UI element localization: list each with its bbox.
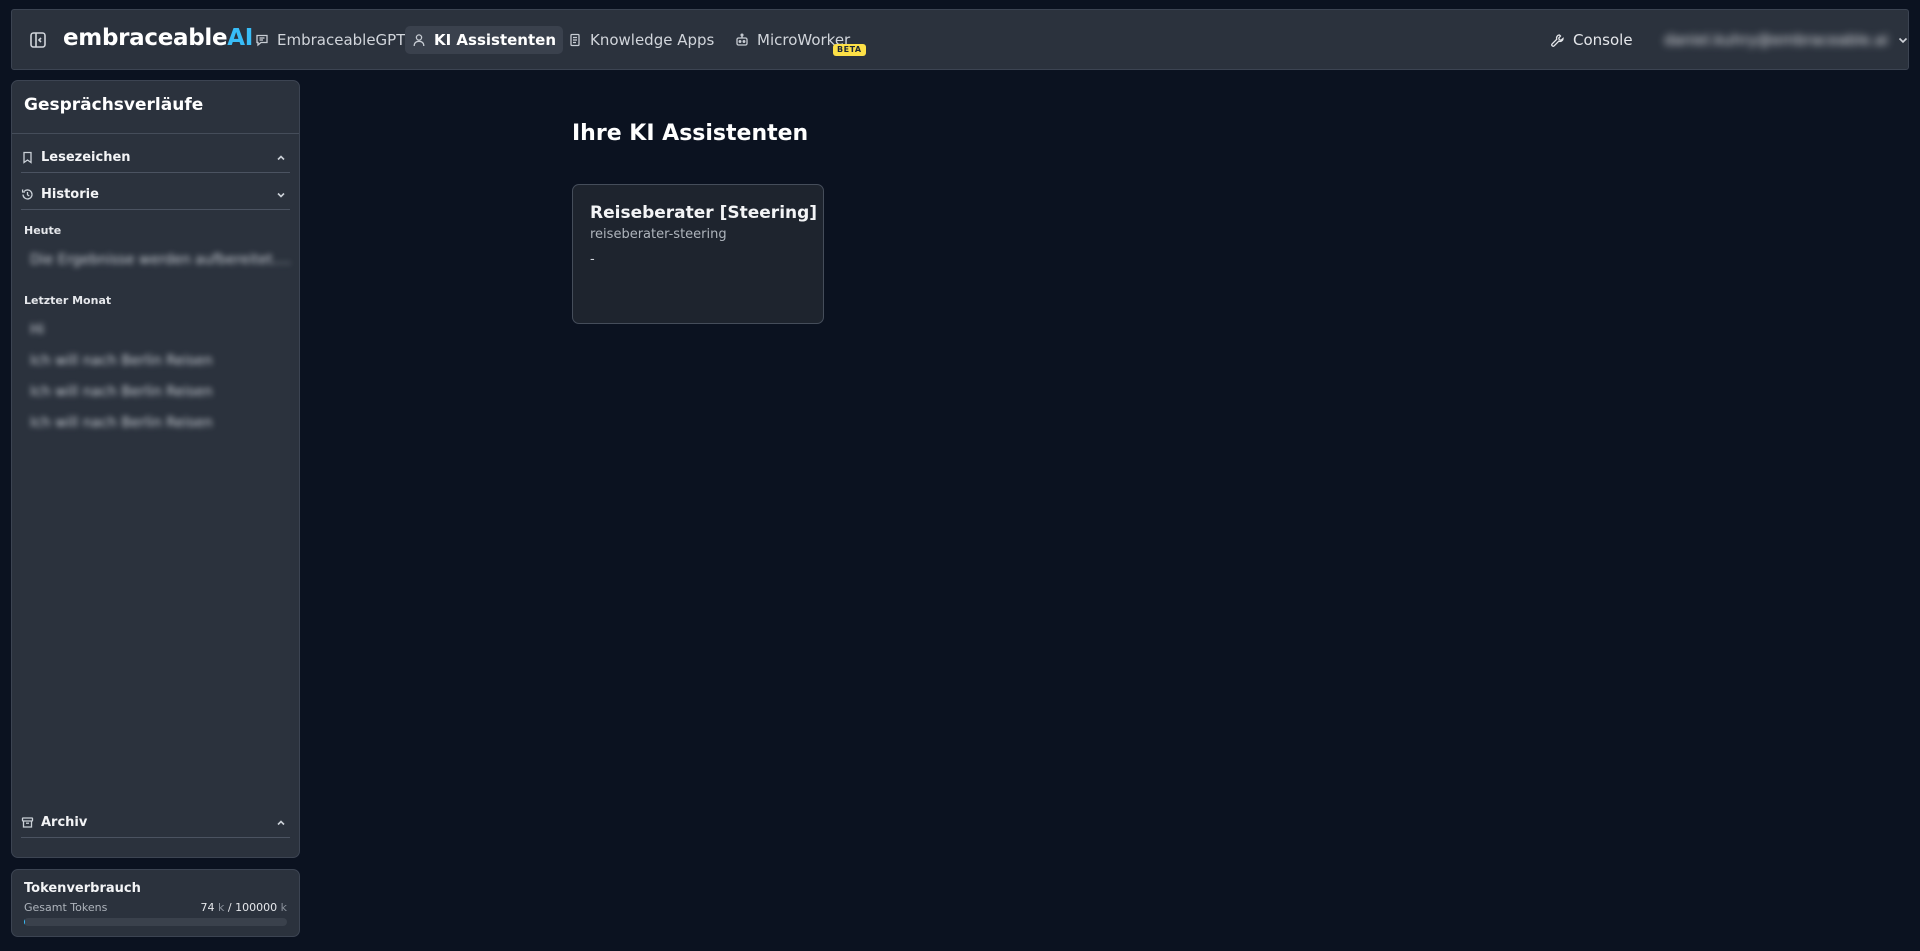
- user-icon: [412, 33, 426, 47]
- chevron-down-icon: [275, 189, 287, 201]
- history-icon: [21, 188, 34, 201]
- token-total-label: Gesamt Tokens: [24, 901, 108, 914]
- chevron-up-icon: [275, 817, 287, 829]
- user-email: daniel.kuhry@embraceable.ai: [1664, 31, 1889, 49]
- token-unit: k: [280, 901, 287, 914]
- history-item[interactable]: Ich will nach Berlin Reisen: [30, 379, 292, 405]
- nav-label: EmbraceableGPT: [277, 31, 406, 49]
- nav-ki-assistenten[interactable]: KI Assistenten: [405, 26, 564, 54]
- token-used: 74: [200, 901, 215, 914]
- console-link[interactable]: Console: [1550, 27, 1633, 53]
- token-usage-panel: Tokenverbrauch Gesamt Tokens 74 k / 1000…: [11, 869, 300, 937]
- history-item[interactable]: Die Ergebnisse werden aufbereitet. Bi...: [30, 247, 292, 273]
- assistant-card[interactable]: Reiseberater [Steering] reiseberater-ste…: [572, 184, 824, 324]
- assistant-card-description: -: [590, 252, 595, 267]
- token-limit: 100000: [235, 901, 278, 914]
- section-label: Archiv: [41, 815, 88, 830]
- sidebar-divider: [12, 133, 299, 134]
- section-history[interactable]: Historie: [21, 180, 290, 210]
- section-label: Historie: [41, 187, 99, 202]
- page-title: Ihre KI Assistenten: [572, 121, 809, 146]
- token-unit: k: [218, 901, 225, 914]
- chat-icon: [255, 33, 269, 47]
- nav-knowledge-apps[interactable]: Knowledge Apps: [561, 26, 721, 54]
- assistant-card-title: Reiseberater [Steering]: [590, 203, 818, 223]
- console-label: Console: [1573, 31, 1633, 49]
- conversation-sidebar: Gesprächsverläufe Lesezeichen Historie H…: [11, 80, 300, 858]
- sidebar-title: Gesprächsverläufe: [24, 95, 204, 115]
- history-item[interactable]: Hi: [30, 317, 292, 343]
- token-usage-value: 74 k / 100000 k: [200, 901, 287, 914]
- top-navigation-bar: embraceableAI EmbraceableGPT KI Assisten…: [11, 9, 1909, 70]
- chevron-up-icon: [275, 152, 287, 164]
- token-usage-title: Tokenverbrauch: [24, 881, 141, 896]
- history-item[interactable]: Ich will nach Berlin Reisen: [30, 348, 292, 374]
- bookmark-icon: [21, 151, 34, 164]
- archive-icon: [21, 816, 34, 829]
- user-menu[interactable]: daniel.kuhry@embraceable.ai: [1664, 27, 1910, 53]
- document-icon: [568, 33, 582, 47]
- beta-badge: BETA: [833, 44, 866, 56]
- wrench-icon: [1550, 33, 1565, 48]
- chevron-down-icon: [1896, 33, 1910, 47]
- history-group-label: Letzter Monat: [24, 294, 112, 307]
- history-group-label: Heute: [24, 224, 62, 237]
- assistant-card-slug: reiseberater-steering: [590, 227, 727, 242]
- section-label: Lesezeichen: [41, 150, 131, 165]
- section-archive[interactable]: Archiv: [21, 808, 290, 838]
- app-logo[interactable]: embraceableAI: [63, 25, 253, 51]
- bot-icon: [735, 33, 749, 47]
- history-item[interactable]: Ich will nach Berlin Reisen: [30, 410, 292, 436]
- nav-label: KI Assistenten: [434, 31, 557, 49]
- nav-label: Knowledge Apps: [590, 31, 715, 49]
- nav-embraceablegpt[interactable]: EmbraceableGPT: [248, 26, 412, 54]
- section-bookmarks[interactable]: Lesezeichen: [21, 143, 290, 173]
- sidebar-toggle-icon[interactable]: [28, 30, 48, 50]
- logo-text: embraceable: [63, 25, 228, 51]
- token-progress-bar: [24, 918, 287, 926]
